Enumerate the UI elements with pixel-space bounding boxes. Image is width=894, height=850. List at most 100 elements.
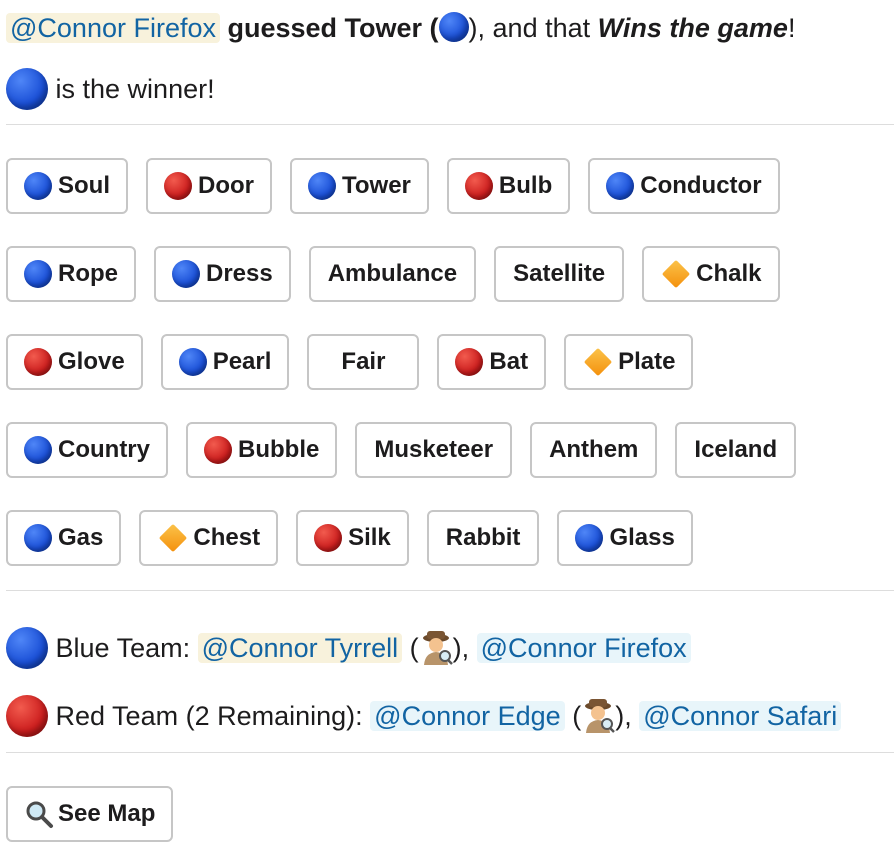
word-label: Dress xyxy=(206,260,273,287)
word-label: Tower xyxy=(342,172,411,199)
word-label: Anthem xyxy=(549,436,639,463)
word-label: Ambulance xyxy=(327,260,458,287)
word-label: Door xyxy=(198,172,254,199)
word-button-rope[interactable]: Rope xyxy=(6,246,136,302)
orange-diamond-icon xyxy=(159,523,188,553)
board-row-4: Country Bubble Musketeer Anthem Iceland xyxy=(6,422,797,478)
see-map-button[interactable]: See Map xyxy=(6,786,174,842)
word-button-satellite[interactable]: Satellite xyxy=(494,246,625,302)
word-label: Bat xyxy=(489,348,529,375)
guess-after-text: ), and that xyxy=(468,13,591,43)
word-button-bat[interactable]: Bat xyxy=(437,334,547,390)
spymaster-mention[interactable]: @Connor Tyrrell xyxy=(197,633,403,663)
word-label: Chest xyxy=(193,524,261,551)
word-button-bulb[interactable]: Bulb xyxy=(446,158,571,214)
blue-circle-icon xyxy=(606,172,635,200)
orange-diamond-icon xyxy=(583,347,613,377)
red-circle-icon xyxy=(6,695,48,737)
word-label: Bubble xyxy=(238,436,320,463)
word-label: Glass xyxy=(609,524,675,551)
word-button-tower[interactable]: Tower xyxy=(290,158,429,214)
word-label: Iceland xyxy=(694,436,778,463)
word-button-glove[interactable]: Glove xyxy=(6,334,143,390)
paren-open: ( xyxy=(572,701,582,731)
blue-circle-icon xyxy=(24,260,52,288)
word-button-pearl[interactable]: Pearl xyxy=(160,334,290,390)
board-row-5: Gas Chest Silk Rabbit Glass xyxy=(6,510,693,566)
see-map-label: See Map xyxy=(58,800,156,827)
word-button-ambulance[interactable]: Ambulance xyxy=(308,246,477,302)
blue-circle-icon xyxy=(24,436,52,464)
guess-text: guessed Tower ( xyxy=(227,13,439,43)
blue-circle-icon xyxy=(575,524,604,552)
red-circle-icon xyxy=(455,348,484,376)
word-button-door[interactable]: Door xyxy=(146,158,272,214)
word-label: Country xyxy=(58,436,150,463)
word-label: Musketeer xyxy=(374,436,494,463)
blue-circle-icon xyxy=(438,12,469,42)
winner-text: is the winner! xyxy=(55,74,215,104)
paren-open: ( xyxy=(409,633,419,663)
team-label: Red Team (2 Remaining): xyxy=(55,701,363,731)
board-row-2: Rope Dress Ambulance Satellite Chalk xyxy=(6,246,780,302)
divider xyxy=(6,590,894,591)
word-button-chalk[interactable]: Chalk xyxy=(642,246,780,302)
word-label: Silk xyxy=(348,524,391,551)
word-button-fair[interactable]: Fair xyxy=(307,334,420,390)
word-label: Fair xyxy=(341,348,386,375)
blue-circle-icon xyxy=(6,68,48,110)
board-row-1: Soul Door Tower Bulb Conductor xyxy=(6,158,780,214)
board-row-3: Glove Pearl Fair Bat Plate xyxy=(6,334,694,390)
win-emphasis: Wins the game xyxy=(597,13,788,43)
team-label: Blue Team: xyxy=(55,633,191,663)
word-label: Pearl xyxy=(212,348,272,375)
red-circle-icon xyxy=(24,348,52,376)
word-button-anthem[interactable]: Anthem xyxy=(530,422,658,478)
word-button-dress[interactable]: Dress xyxy=(154,246,291,302)
word-label: Plate xyxy=(618,348,676,375)
red-team-line: Red Team (2 Remaining): @Connor Edge ( )… xyxy=(6,694,842,738)
word-label: Gas xyxy=(58,524,104,551)
word-label: Satellite xyxy=(513,260,606,287)
red-circle-icon xyxy=(204,436,232,464)
detective-icon xyxy=(585,699,616,733)
paren-close: ), xyxy=(615,701,632,731)
word-label: Conductor xyxy=(640,172,762,199)
orange-diamond-icon xyxy=(661,259,691,289)
word-button-musketeer[interactable]: Musketeer xyxy=(355,422,513,478)
word-button-rabbit[interactable]: Rabbit xyxy=(426,510,540,566)
blue-circle-icon xyxy=(6,627,48,669)
blue-circle-icon xyxy=(172,260,200,288)
spymaster-mention[interactable]: @Connor Edge xyxy=(370,701,565,731)
word-button-country[interactable]: Country xyxy=(6,422,168,478)
blue-circle-icon xyxy=(24,524,52,552)
word-label: Soul xyxy=(58,172,110,199)
winner-line: is the winner! xyxy=(6,68,215,110)
guess-announcement: @Connor Firefox guessed Tower ( ), and th… xyxy=(6,8,795,48)
word-button-iceland[interactable]: Iceland xyxy=(675,422,797,478)
codenames-message: @Connor Firefox guessed Tower ( ), and th… xyxy=(0,0,894,850)
blue-circle-icon xyxy=(178,348,207,376)
word-button-silk[interactable]: Silk xyxy=(296,510,409,566)
divider xyxy=(6,752,894,753)
red-circle-icon xyxy=(464,172,493,200)
word-button-plate[interactable]: Plate xyxy=(564,334,694,390)
exclamation: ! xyxy=(787,13,796,43)
word-button-chest[interactable]: Chest xyxy=(139,510,279,566)
word-button-conductor[interactable]: Conductor xyxy=(588,158,780,214)
blue-team-line: Blue Team: @Connor Tyrrell ( ), @Connor … xyxy=(6,626,691,670)
word-label: Glove xyxy=(58,348,125,375)
word-label: Chalk xyxy=(696,260,762,287)
word-button-bubble[interactable]: Bubble xyxy=(186,422,338,478)
word-label: Bulb xyxy=(498,172,553,199)
member-mention[interactable]: @Connor Firefox xyxy=(476,633,691,663)
detective-icon xyxy=(422,631,453,665)
word-button-soul[interactable]: Soul xyxy=(6,158,128,214)
divider xyxy=(6,124,894,125)
word-button-glass[interactable]: Glass xyxy=(557,510,693,566)
member-mention[interactable]: @Connor Safari xyxy=(639,701,842,731)
word-label: Rabbit xyxy=(445,524,521,551)
magnifying-glass-icon xyxy=(26,801,53,828)
user-mention[interactable]: @Connor Firefox xyxy=(6,13,220,43)
word-button-gas[interactable]: Gas xyxy=(6,510,122,566)
